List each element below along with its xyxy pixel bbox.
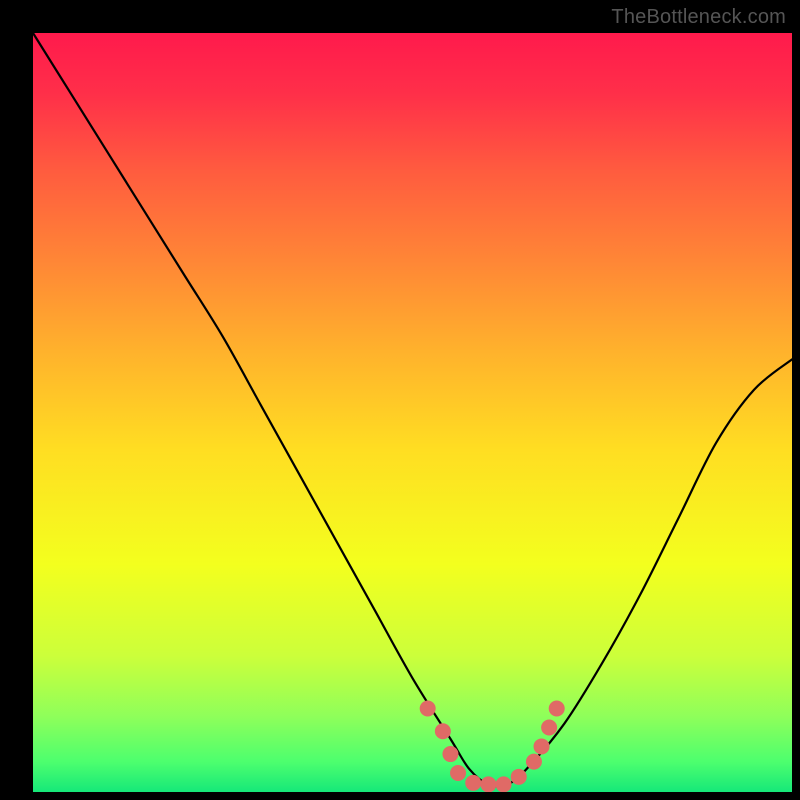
watermark-text: TheBottleneck.com <box>611 6 786 29</box>
optimal-marker-dot <box>480 776 496 792</box>
chart-svg <box>0 0 800 800</box>
optimal-marker-dot <box>450 765 466 781</box>
optimal-marker-dot <box>496 776 512 792</box>
optimal-marker-dot <box>465 775 481 791</box>
optimal-marker-dot <box>534 738 550 754</box>
optimal-marker-dot <box>526 754 542 770</box>
chart-stage: TheBottleneck.com <box>0 0 800 800</box>
optimal-marker-dot <box>442 746 458 762</box>
optimal-marker-dot <box>541 719 557 735</box>
optimal-marker-dot <box>435 723 451 739</box>
optimal-marker-dot <box>511 769 527 785</box>
optimal-marker-dot <box>420 701 436 717</box>
optimal-marker-dot <box>549 701 565 717</box>
